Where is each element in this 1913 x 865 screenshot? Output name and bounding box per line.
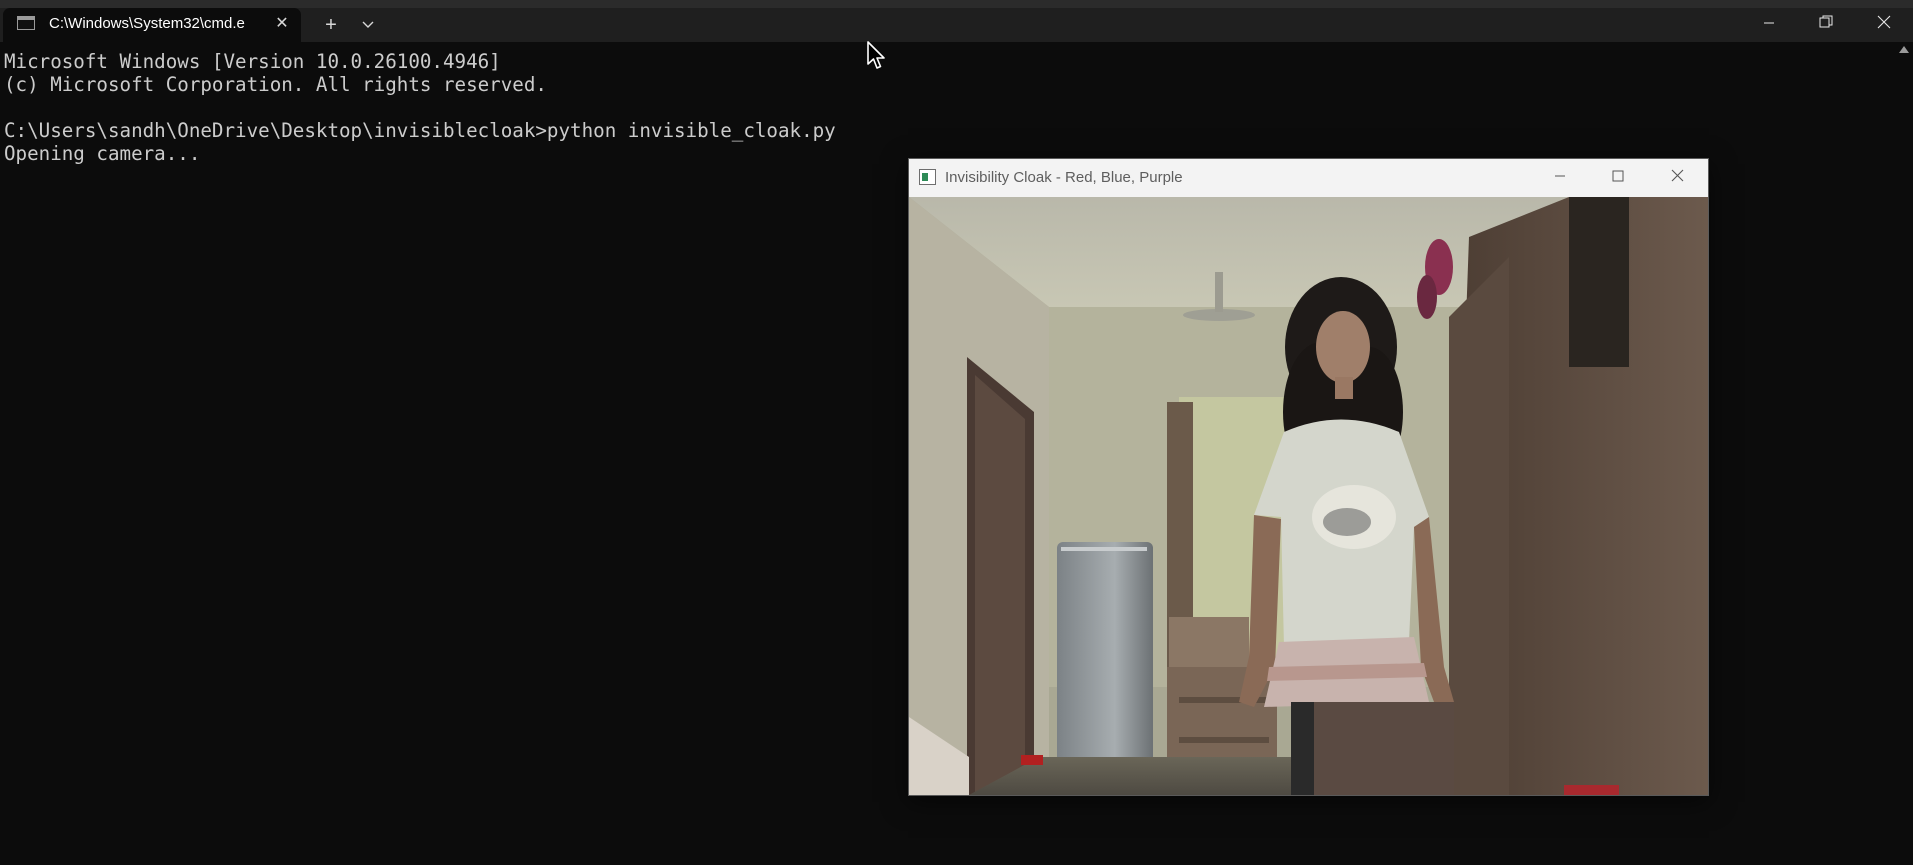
tab-title: C:\Windows\System32\cmd.e xyxy=(49,15,245,32)
close-icon xyxy=(1877,15,1891,33)
close-icon xyxy=(1671,169,1684,186)
webcam-image xyxy=(909,197,1708,795)
restore-button[interactable] xyxy=(1798,8,1854,42)
terminal-line: Opening camera... xyxy=(4,142,201,165)
restore-icon xyxy=(1819,15,1833,33)
chevron-down-icon xyxy=(362,17,374,32)
minimize-icon xyxy=(1763,16,1775,33)
terminal-line: (c) Microsoft Corporation. All rights re… xyxy=(4,73,547,96)
tab-cmd[interactable]: C:\Windows\System32\cmd.e ✕ xyxy=(3,8,301,42)
tab-close-icon[interactable]: ✕ xyxy=(271,10,293,38)
camera-window-title: Invisibility Cloak - Red, Blue, Purple xyxy=(945,169,1183,186)
webcam-frame xyxy=(909,197,1708,795)
cmd-icon xyxy=(17,16,35,30)
new-tab-button[interactable]: + xyxy=(316,8,346,42)
camera-window-titlebar[interactable]: Invisibility Cloak - Red, Blue, Purple xyxy=(909,159,1708,197)
plus-icon: + xyxy=(325,14,337,36)
camera-minimize-button[interactable] xyxy=(1531,159,1589,197)
tab-dropdown-button[interactable] xyxy=(354,8,382,42)
camera-window[interactable]: Invisibility Cloak - Red, Blue, Purple xyxy=(908,158,1709,796)
camera-maximize-button[interactable] xyxy=(1589,159,1647,197)
camera-close-button[interactable] xyxy=(1648,159,1706,197)
tab-strip: C:\Windows\System32\cmd.e ✕ + xyxy=(0,0,1913,42)
scroll-up-icon[interactable] xyxy=(1899,46,1909,53)
terminal-output[interactable]: Microsoft Windows [Version 10.0.26100.49… xyxy=(4,50,836,165)
terminal-line: Microsoft Windows [Version 10.0.26100.49… xyxy=(4,50,501,73)
minimize-icon xyxy=(1554,169,1566,186)
scrollbar[interactable] xyxy=(1896,42,1913,865)
mouse-cursor-icon xyxy=(867,41,885,69)
terminal-line: C:\Users\sandh\OneDrive\Desktop\invisibl… xyxy=(4,119,836,142)
window-close-button[interactable] xyxy=(1856,8,1912,42)
opencv-window-icon xyxy=(919,169,936,185)
minimize-button[interactable] xyxy=(1741,8,1797,42)
maximize-icon xyxy=(1612,169,1624,186)
